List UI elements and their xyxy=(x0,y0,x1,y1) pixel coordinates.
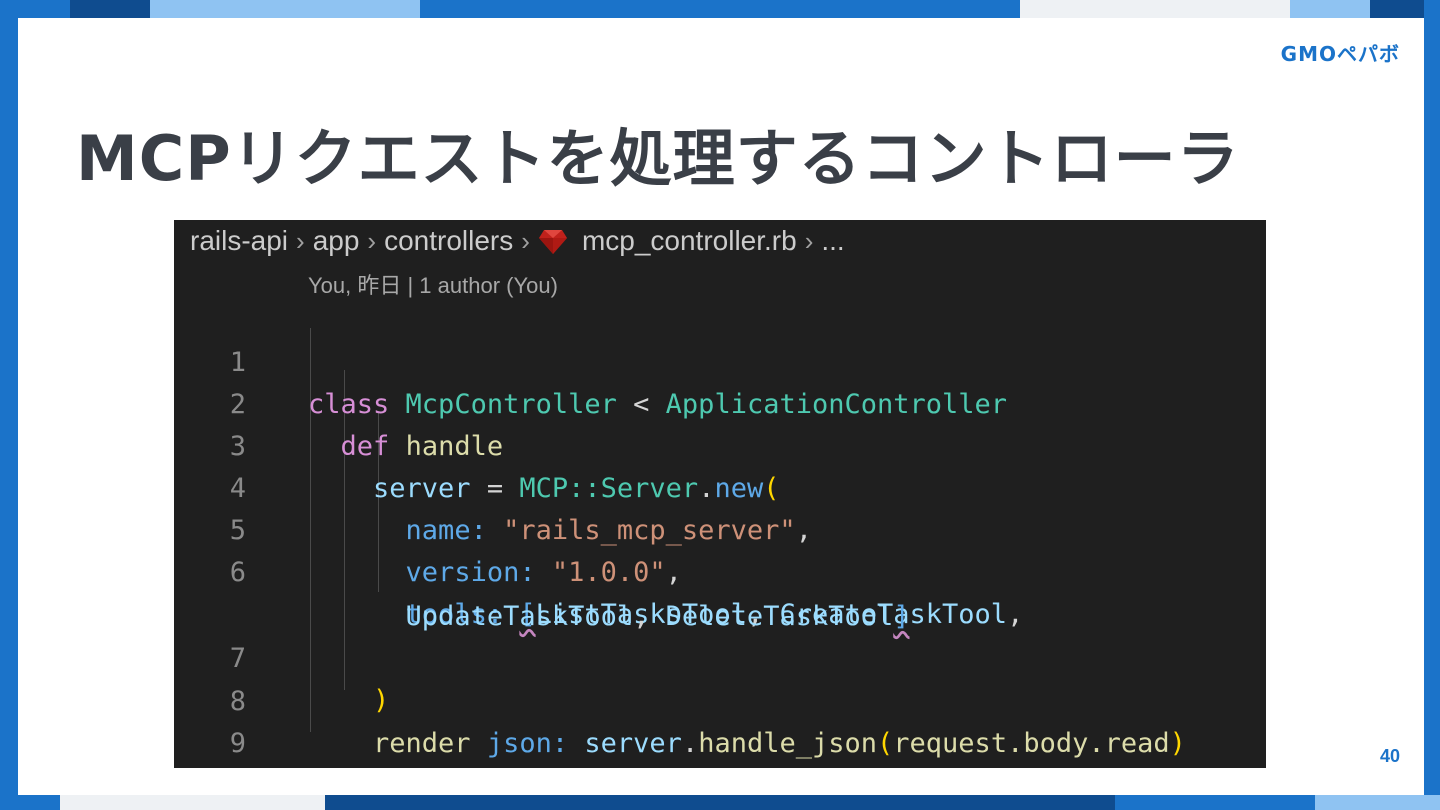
slide-title: MCPリクエストを処理するコントローラ xyxy=(76,122,1240,195)
code-line[interactable]: 9 end xyxy=(174,681,1266,759)
breadcrumb-item-more[interactable]: ... xyxy=(821,225,844,257)
page-number: 40 xyxy=(1379,746,1400,766)
code-line[interactable]: 4 name: "rails_mcp_server", xyxy=(174,426,1266,546)
chevron-right-icon: › xyxy=(296,225,305,256)
breadcrumb-item-controllers[interactable]: controllers xyxy=(384,225,513,257)
codelens-blame[interactable]: You, 昨日 | 1 author (You) xyxy=(308,268,558,300)
slide-frame-left xyxy=(0,0,18,810)
code-line-wrapped[interactable]: UpdateTaskTool, DeleteTaskTool] xyxy=(174,554,1266,632)
slide-frame-top xyxy=(0,0,1440,18)
line-number: 10 xyxy=(174,765,246,768)
code-line[interactable]: 10 end xyxy=(174,723,1266,765)
slide-frame-bottom xyxy=(0,795,1440,810)
code-line[interactable]: 1 class McpController < ApplicationContr… xyxy=(174,300,1266,420)
code-line[interactable]: 7 ) xyxy=(174,596,1266,716)
chevron-right-icon: › xyxy=(367,225,377,256)
breadcrumb-item-file[interactable]: mcp_controller.rb xyxy=(582,225,797,257)
code-line[interactable]: 3 server = MCP::Server.new( xyxy=(174,384,1266,504)
code-line[interactable]: 2 def handle xyxy=(174,342,1266,462)
code-line[interactable]: 8 render json: server.handle_json(reques… xyxy=(174,639,1266,759)
code-line[interactable]: 5 version: "1.0.0", xyxy=(174,468,1266,588)
chevron-right-icon: › xyxy=(521,225,530,256)
breadcrumb-item-rails-api[interactable]: rails-api xyxy=(190,225,288,257)
slide-frame-right xyxy=(1424,0,1440,810)
chevron-right-icon: › xyxy=(804,225,814,256)
ruby-icon xyxy=(538,230,567,254)
code-line[interactable]: 6 tools: [ListTasksTool, CreateTaskTool, xyxy=(174,510,1266,630)
breadcrumb-item-app[interactable]: app xyxy=(313,225,360,257)
breadcrumb: rails-api › app › controllers › mcp_cont… xyxy=(190,224,845,258)
gmo-pepabo-logo: GMOペパボ xyxy=(1280,42,1400,66)
code-editor: rails-api › app › controllers › mcp_cont… xyxy=(174,220,1266,768)
